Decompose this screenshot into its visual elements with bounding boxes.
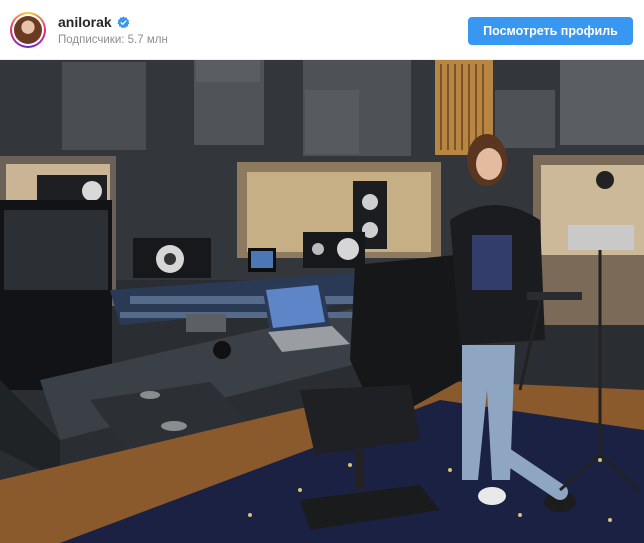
view-profile-button[interactable]: Посмотреть профиль	[468, 17, 633, 45]
username-row: anilorak	[58, 14, 130, 30]
followers-count: Подписчики: 5.7 млн	[58, 34, 168, 46]
profile-header: anilorak Подписчики: 5.7 млн Посмотреть …	[0, 0, 644, 60]
verified-badge-icon	[117, 16, 130, 28]
username[interactable]: anilorak	[58, 14, 112, 30]
avatar[interactable]	[10, 12, 46, 48]
post-photo	[0, 60, 644, 543]
